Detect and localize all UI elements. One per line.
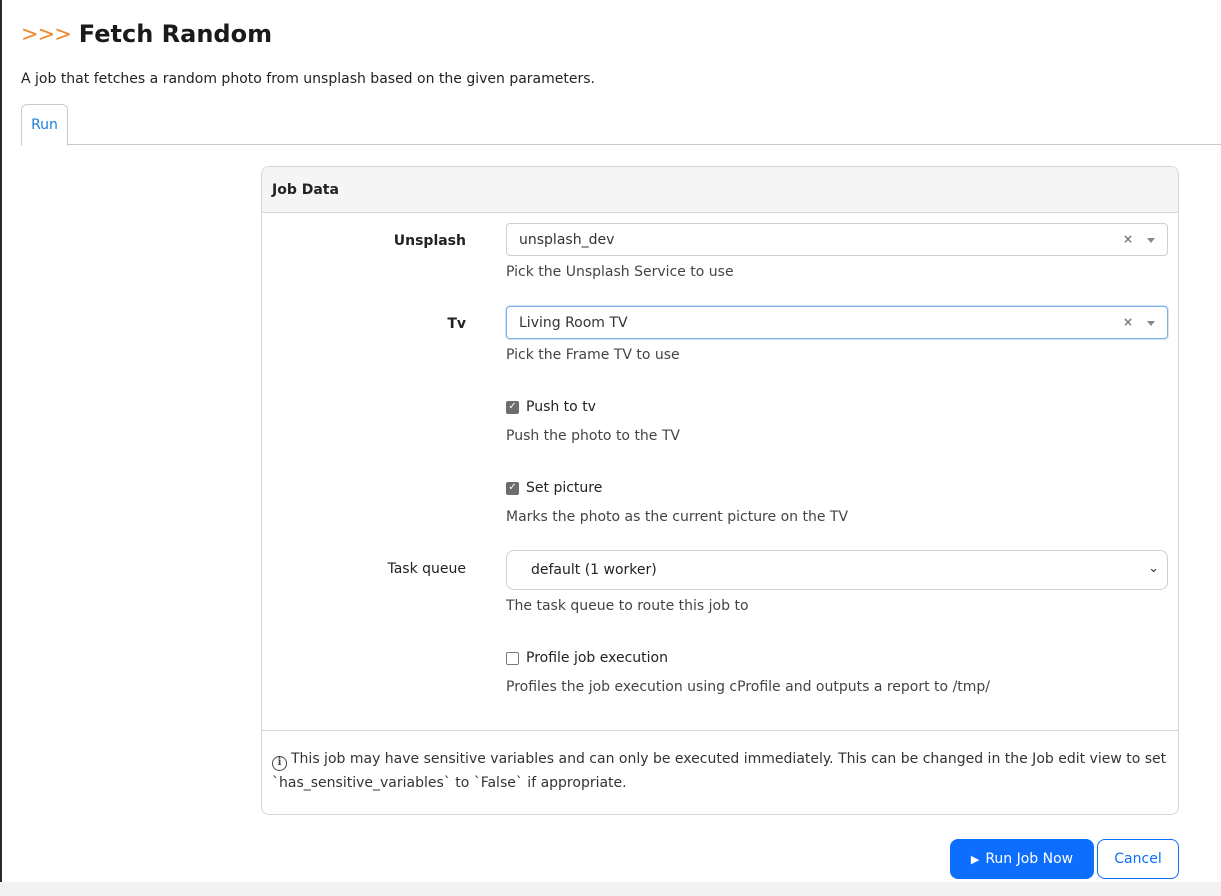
set-picture-help: Marks the photo as the current picture o… xyxy=(506,509,849,525)
set-picture-checkbox[interactable]: ✓ xyxy=(506,481,519,495)
tv-label: Tv xyxy=(447,316,466,332)
set-picture-row[interactable]: ✓ Set picture xyxy=(506,480,602,496)
tv-help: Pick the Frame TV to use xyxy=(506,347,680,363)
task-queue-label: Task queue xyxy=(387,561,466,577)
bottom-strip xyxy=(0,882,1221,896)
job-description: A job that fetches a random photo from u… xyxy=(21,71,595,87)
chevron-down-icon: ⌄ xyxy=(1148,561,1159,576)
task-queue-selected-value: default (1 worker) xyxy=(531,562,657,578)
unsplash-selected-value: unsplash_dev xyxy=(519,231,615,248)
window-left-edge xyxy=(0,0,2,896)
caret-down-icon[interactable] xyxy=(1147,321,1155,326)
job-data-panel: Job Data Unsplash unsplash_dev × Pick th… xyxy=(261,166,1179,815)
run-job-now-button[interactable]: ▶ Run Job Now xyxy=(950,839,1094,879)
unsplash-label: Unsplash xyxy=(393,233,466,249)
profile-row[interactable]: Profile job execution xyxy=(506,650,668,666)
task-queue-help: The task queue to route this job to xyxy=(506,598,749,614)
cancel-button[interactable]: Cancel xyxy=(1097,839,1179,879)
push-to-tv-help: Push the photo to the TV xyxy=(506,428,681,444)
tv-select[interactable]: Living Room TV × xyxy=(506,306,1168,339)
caret-down-icon[interactable] xyxy=(1147,238,1155,243)
unsplash-help: Pick the Unsplash Service to use xyxy=(506,264,734,280)
info-icon: i xyxy=(272,755,287,771)
run-job-now-label: Run Job Now xyxy=(985,851,1074,867)
tabs-divider xyxy=(67,144,1221,145)
tv-selected-value: Living Room TV xyxy=(519,314,628,331)
panel-heading: Job Data xyxy=(262,167,1178,213)
note-line-2: `has_sensitive_variables` to `False` if … xyxy=(272,775,627,791)
page-title-text: Fetch Random xyxy=(78,20,273,48)
play-icon: ▶ xyxy=(970,852,980,866)
clear-icon[interactable]: × xyxy=(1123,232,1133,246)
task-queue-select[interactable]: default (1 worker) ⌄ xyxy=(506,550,1168,590)
unsplash-select[interactable]: unsplash_dev × xyxy=(506,223,1168,256)
push-to-tv-label[interactable]: Push to tv xyxy=(526,399,596,415)
page-title: >>> Fetch Random xyxy=(21,20,272,48)
profile-checkbox[interactable] xyxy=(506,651,519,665)
profile-label[interactable]: Profile job execution xyxy=(526,650,668,666)
clear-icon[interactable]: × xyxy=(1123,315,1133,329)
tab-run[interactable]: Run xyxy=(21,104,68,146)
push-to-tv-checkbox[interactable]: ✓ xyxy=(506,400,519,414)
title-chevrons: >>> xyxy=(21,22,72,46)
note-line-1: This job may have sensitive variables an… xyxy=(291,751,1167,767)
set-picture-label[interactable]: Set picture xyxy=(526,480,602,496)
push-to-tv-row[interactable]: ✓ Push to tv xyxy=(506,399,596,415)
profile-help: Profiles the job execution using cProfil… xyxy=(506,679,991,695)
sensitive-variables-note: i This job may have sensitive variables a… xyxy=(262,730,1178,814)
